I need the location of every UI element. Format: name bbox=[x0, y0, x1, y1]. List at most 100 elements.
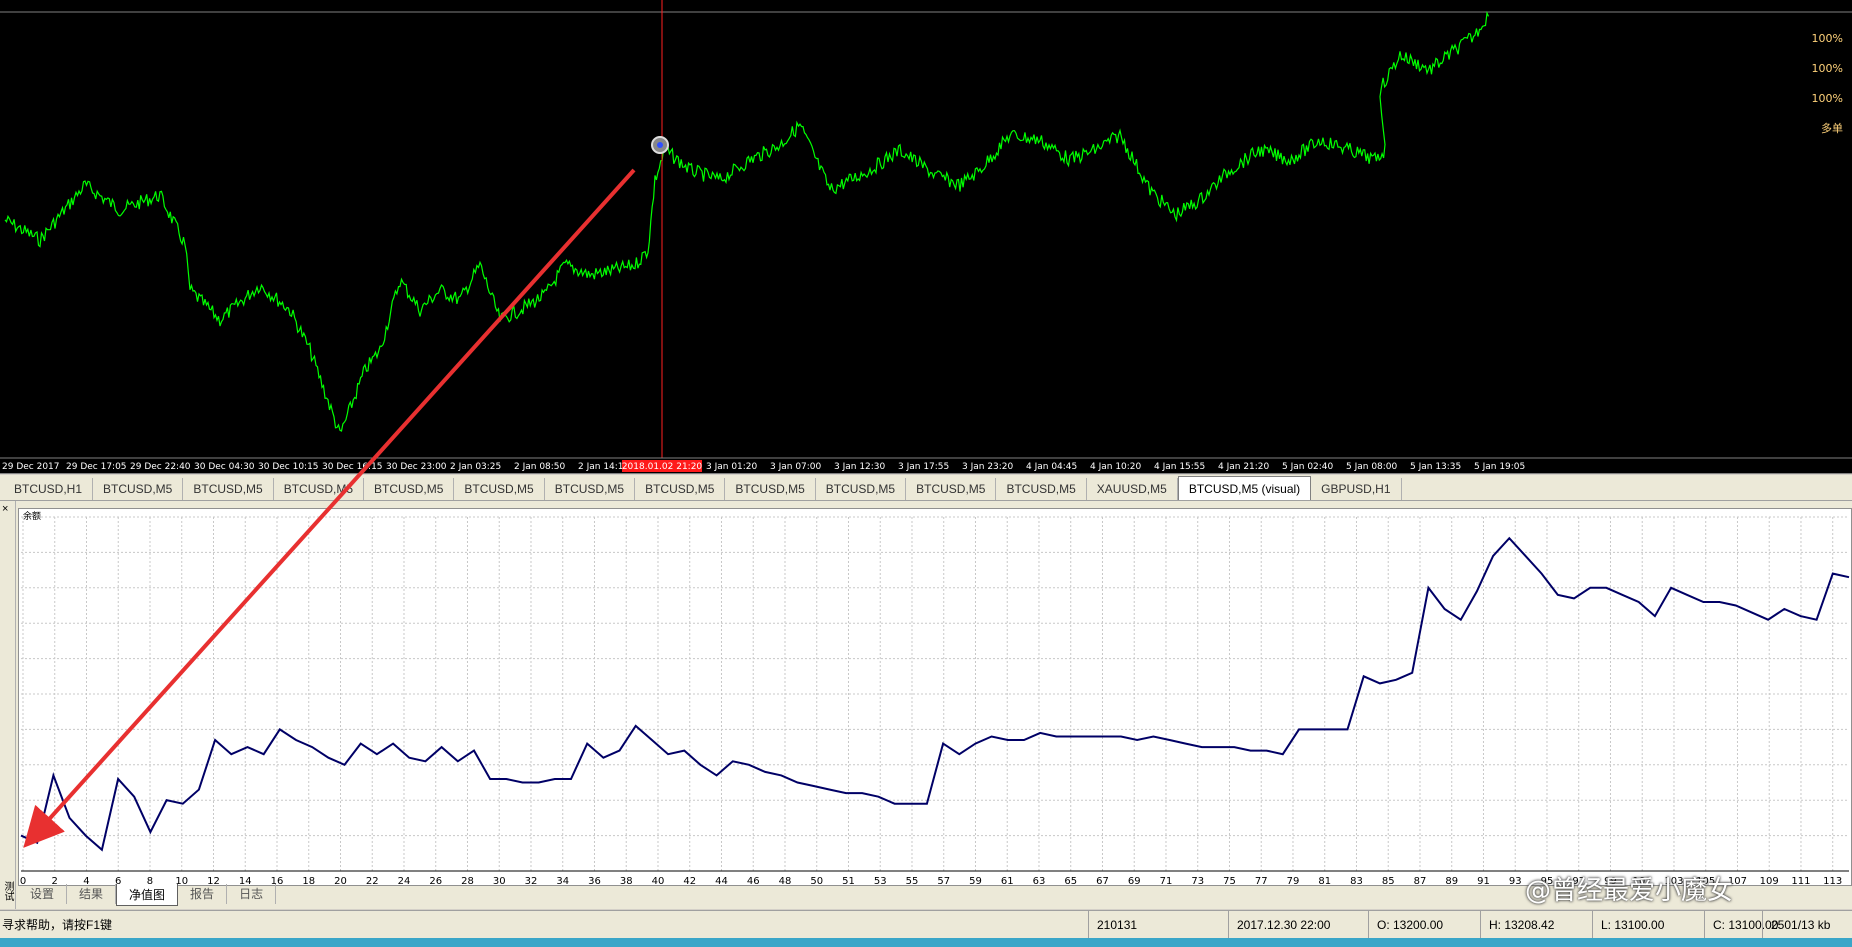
tester-tab[interactable]: 结果 bbox=[67, 884, 117, 904]
tester-tab[interactable]: 设置 bbox=[18, 884, 68, 904]
tester-sidebar: × 测试器 bbox=[0, 501, 16, 909]
right-scale-label: 100% bbox=[1812, 32, 1843, 45]
x-tick-label: 32 bbox=[525, 876, 538, 887]
x-tick-label: 77 bbox=[1255, 876, 1268, 887]
status-high: H: 13208.42 bbox=[1480, 911, 1592, 939]
price-chart-canvas[interactable]: 100% 100% 100% 多单 29 Dec 2017 29 Dec 17:05 29 … bbox=[0, 0, 1852, 474]
x-tick-label: 113 bbox=[1823, 876, 1842, 887]
time-axis-label: 5 Jan 19:05 bbox=[1474, 462, 1525, 472]
close-icon[interactable]: × bbox=[2, 503, 8, 515]
time-axis-label: 3 Jan 07:00 bbox=[770, 462, 822, 472]
symbol-tab[interactable]: BTCUSD,M5 bbox=[545, 478, 636, 500]
equity-chart: 余额 0 2 4 6 8 10 12 14 16 18 20 22 24 26 28 30 32 34 36 38 40 4… bbox=[18, 508, 1852, 887]
status-open: O: 13200.00 bbox=[1368, 911, 1480, 939]
x-tick-label: 89 bbox=[1445, 876, 1458, 887]
symbol-tab[interactable]: BTCUSD,M5 bbox=[996, 478, 1087, 500]
symbol-tab[interactable]: BTCUSD,M5 bbox=[725, 478, 816, 500]
x-tick-label: 63 bbox=[1033, 876, 1046, 887]
symbol-tab[interactable]: BTCUSD,M5 (visual) bbox=[1177, 476, 1312, 500]
cursor-time-label: 2018.01.02 21:20 bbox=[622, 462, 703, 472]
tester-tab-bar: 设置 结果 净值图 报告 日志 bbox=[18, 884, 277, 908]
tester-side-label: 测试器 bbox=[2, 881, 13, 901]
status-traffic: 2501/13 kb bbox=[1762, 911, 1852, 939]
x-tick-label: 51 bbox=[842, 876, 855, 887]
time-axis-label: 30 Dec 16:15 bbox=[322, 462, 383, 472]
symbol-tab[interactable]: BTCUSD,M5 bbox=[274, 478, 365, 500]
taskbar-strip bbox=[0, 938, 1852, 947]
price-chart[interactable]: 100% 100% 100% 多单 29 Dec 2017 29 Dec 17:05 29 … bbox=[0, 0, 1852, 474]
symbol-tab[interactable]: BTCUSD,M5 bbox=[635, 478, 726, 500]
status-datetime: 2017.12.30 22:00 bbox=[1228, 911, 1368, 939]
symbol-tab[interactable]: BTCUSD,M5 bbox=[816, 478, 907, 500]
time-axis-label: 29 Dec 22:40 bbox=[130, 462, 191, 472]
x-tick-label: 75 bbox=[1223, 876, 1236, 887]
x-tick-label: 26 bbox=[429, 876, 442, 887]
symbol-tab[interactable]: BTCUSD,M5 bbox=[183, 478, 274, 500]
right-scale-label: 100% bbox=[1812, 62, 1843, 75]
x-tick-label: 61 bbox=[1001, 876, 1014, 887]
x-tick-label: 111 bbox=[1791, 876, 1810, 887]
x-tick-label: 87 bbox=[1414, 876, 1427, 887]
x-tick-label: 18 bbox=[302, 876, 315, 887]
x-tick-label: 24 bbox=[398, 876, 411, 887]
x-tick-label: 91 bbox=[1477, 876, 1490, 887]
x-tick-label: 59 bbox=[969, 876, 982, 887]
time-axis-label: 3 Jan 23:20 bbox=[962, 462, 1014, 472]
time-axis-label: 29 Dec 17:05 bbox=[66, 462, 127, 472]
x-tick-label: 22 bbox=[366, 876, 379, 887]
tester-tab[interactable]: 报告 bbox=[178, 884, 228, 904]
x-tick-label: 81 bbox=[1318, 876, 1331, 887]
x-tick-label: 46 bbox=[747, 876, 760, 887]
time-axis-label: 29 Dec 2017 bbox=[2, 462, 60, 472]
x-tick-label: 57 bbox=[937, 876, 950, 887]
x-tick-label: 73 bbox=[1191, 876, 1204, 887]
status-bar-number: 210131 bbox=[1088, 911, 1228, 939]
time-axis-label: 4 Jan 21:20 bbox=[1218, 462, 1270, 472]
time-axis-label: 4 Jan 15:55 bbox=[1154, 462, 1205, 472]
watermark: @曾经最爱小魔女 bbox=[1525, 876, 1734, 906]
x-tick-label: 109 bbox=[1760, 876, 1779, 887]
x-tick-label: 42 bbox=[683, 876, 696, 887]
strategy-tester-panel: × 测试器 余额02468101214161820222426283032343… bbox=[0, 501, 1852, 909]
x-tick-label: 85 bbox=[1382, 876, 1395, 887]
x-tick-label: 71 bbox=[1160, 876, 1173, 887]
x-tick-label: 30 bbox=[493, 876, 506, 887]
right-scale-label: 100% bbox=[1812, 92, 1843, 105]
time-axis-label: 4 Jan 10:20 bbox=[1090, 462, 1142, 472]
x-tick-label: 44 bbox=[715, 876, 728, 887]
symbol-tab[interactable]: BTCUSD,M5 bbox=[906, 478, 997, 500]
price-line bbox=[4, 10, 1490, 432]
tester-tab[interactable]: 日志 bbox=[227, 884, 277, 904]
symbol-tab[interactable]: BTCUSD,M5 bbox=[93, 478, 184, 500]
x-tick-label: 69 bbox=[1128, 876, 1141, 887]
symbol-tab[interactable]: BTCUSD,H1 bbox=[4, 478, 94, 500]
x-tick-label: 93 bbox=[1509, 876, 1522, 887]
x-tick-label: 67 bbox=[1096, 876, 1109, 887]
x-tick-label: 65 bbox=[1064, 876, 1077, 887]
symbol-tab[interactable]: BTCUSD,M5 bbox=[454, 478, 545, 500]
x-tick-label: 34 bbox=[556, 876, 569, 887]
terminal-window: 100% 100% 100% 多单 29 Dec 2017 29 Dec 17:05 29 … bbox=[0, 0, 1852, 947]
status-low: L: 13100.00 bbox=[1592, 911, 1704, 939]
time-axis-label: 30 Dec 23:00 bbox=[386, 462, 447, 472]
x-tick-label: 83 bbox=[1350, 876, 1363, 887]
trade-marker-center bbox=[657, 142, 663, 148]
time-axis-label: 30 Dec 10:15 bbox=[258, 462, 319, 472]
x-tick-label: 20 bbox=[334, 876, 347, 887]
time-axis-label: 4 Jan 04:45 bbox=[1026, 462, 1077, 472]
x-tick-label: 55 bbox=[906, 876, 919, 887]
symbol-tab[interactable]: BTCUSD,M5 bbox=[364, 478, 455, 500]
symbol-tab-bar: BTCUSD,H1 BTCUSD,M5 BTCUSD,M5 BTCUSD,M5 BTCU… bbox=[0, 475, 1852, 501]
equity-chart-canvas: 余额0 2 4 6 8 10 12 14 16 18 20 22 24 26 28 30 32 34 36 38 40 4… bbox=[20, 510, 1850, 887]
time-axis-label: 5 Jan 08:00 bbox=[1346, 462, 1398, 472]
x-tick-label: 50 bbox=[810, 876, 823, 887]
time-axis-label: 3 Jan 17:55 bbox=[898, 462, 949, 472]
tester-tab[interactable]: 净值图 bbox=[116, 884, 179, 906]
symbol-tab[interactable]: XAUUSD,M5 bbox=[1087, 478, 1178, 500]
status-bar: 寻求帮助，请按F1键 210131 2017.12.30 22:00 O: 13… bbox=[0, 910, 1852, 939]
x-tick-label: 79 bbox=[1287, 876, 1300, 887]
time-axis-label: 30 Dec 04:30 bbox=[194, 462, 255, 472]
symbol-tab[interactable]: GBPUSD,H1 bbox=[1311, 478, 1402, 500]
right-scale-label: 多单 bbox=[1821, 121, 1843, 135]
x-tick-label: 38 bbox=[620, 876, 633, 887]
